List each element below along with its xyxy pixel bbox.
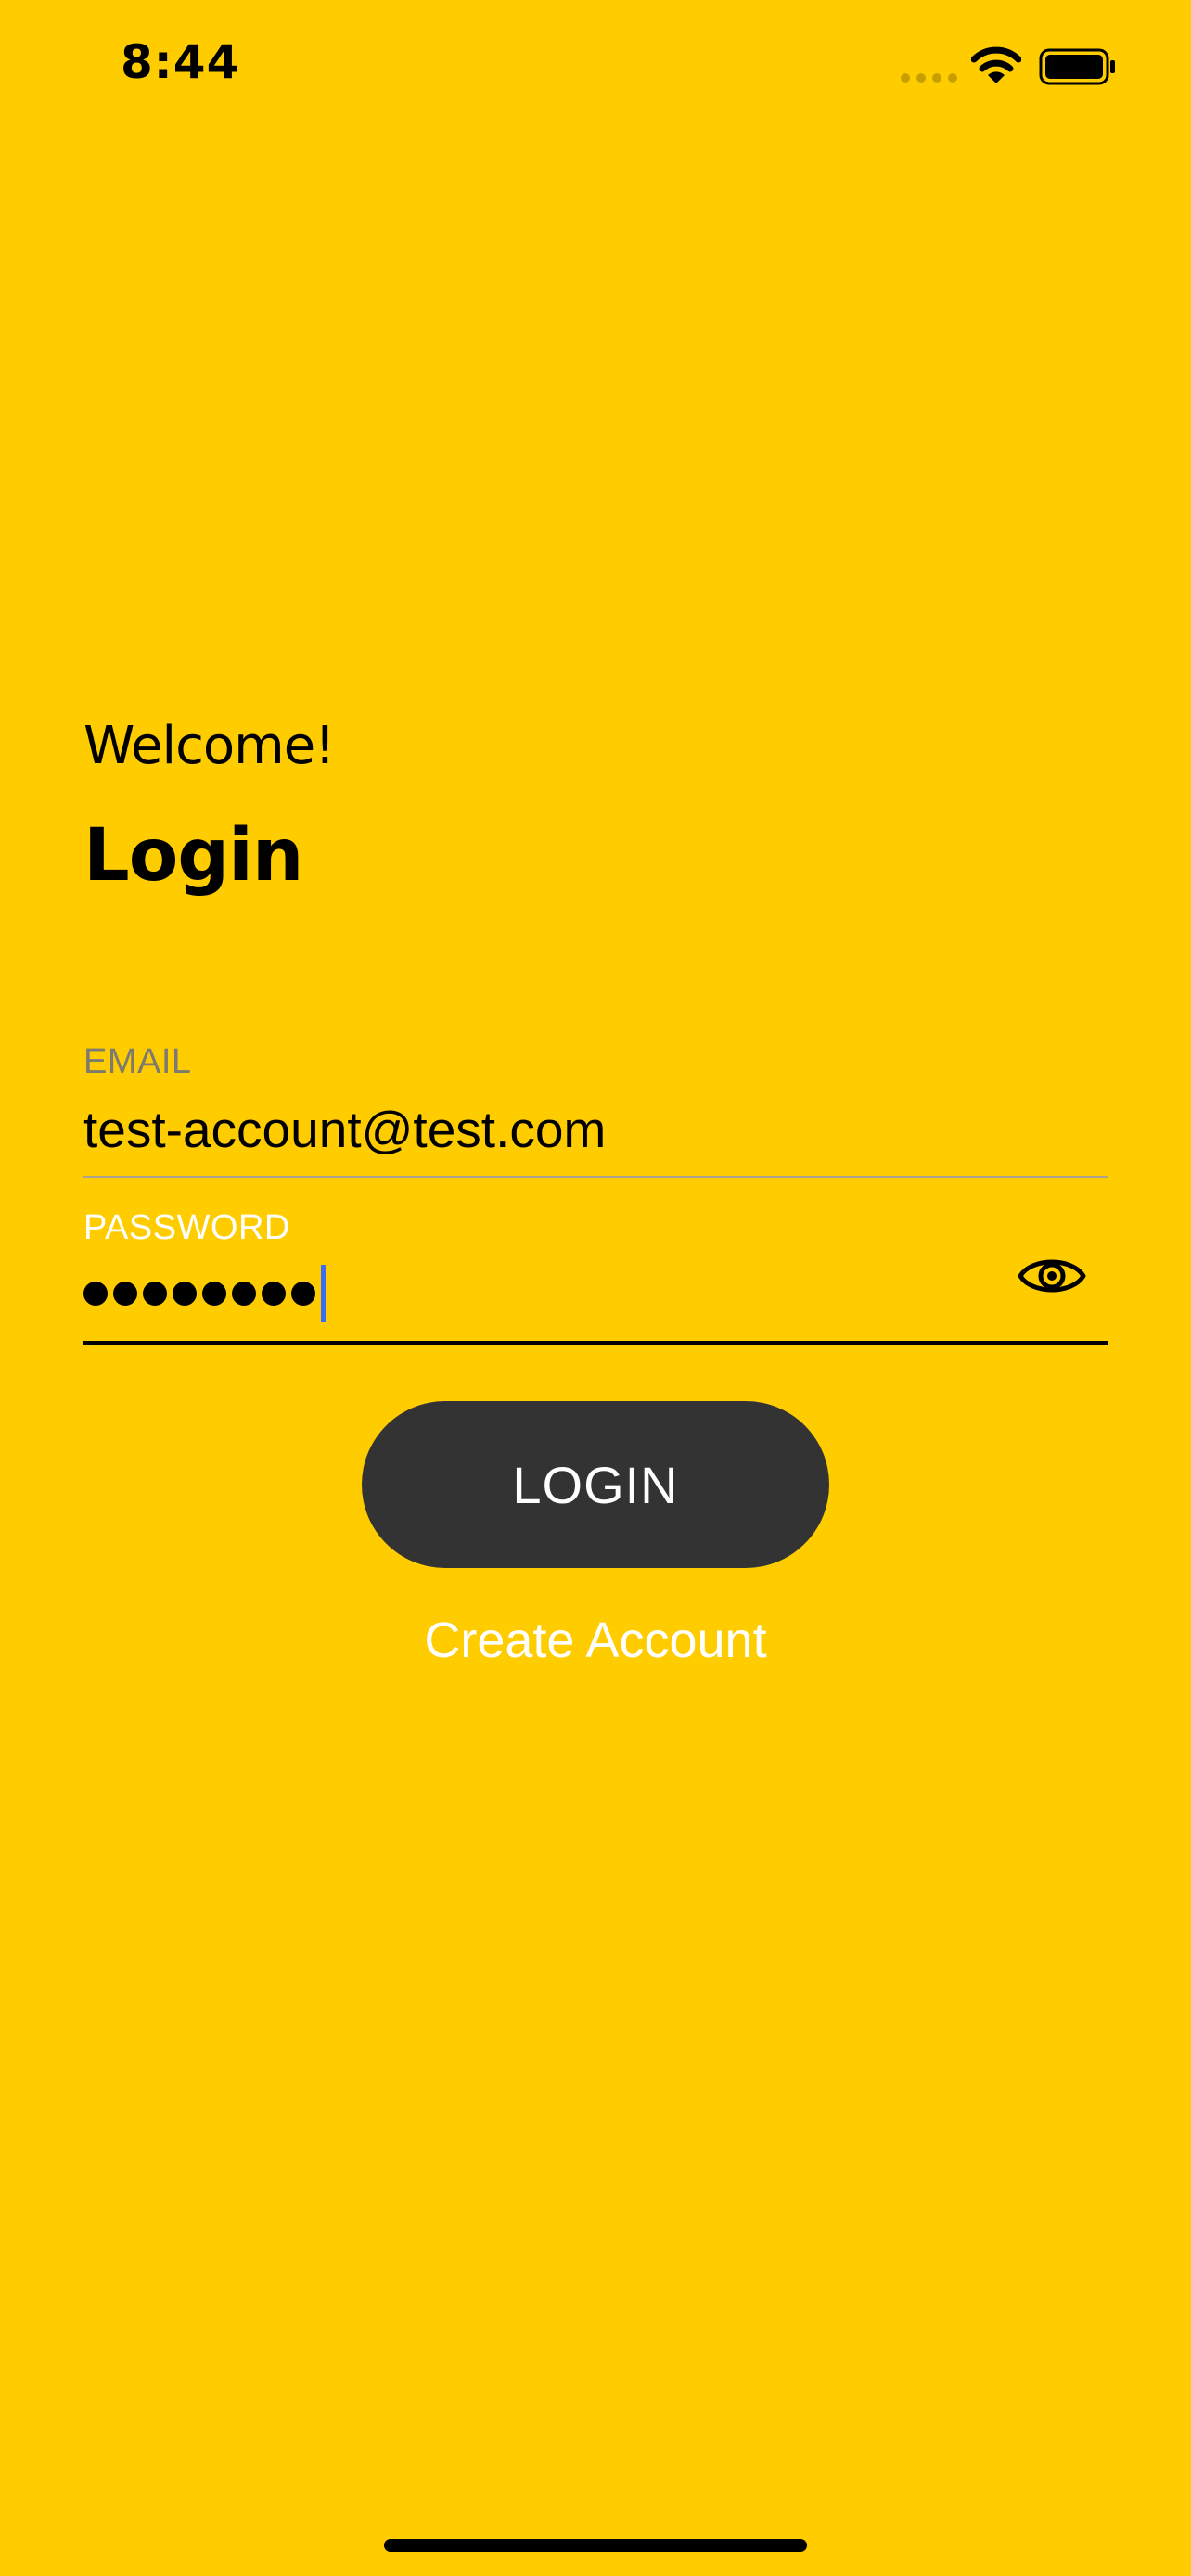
welcome-text: Welcome! [83,716,336,776]
password-masked-value [83,1256,326,1331]
password-underline [83,1341,1108,1345]
email-underline [83,1176,1108,1178]
password-label: PASSWORD [83,1208,290,1247]
status-time: 8:44 [121,35,240,89]
email-field[interactable]: test-account@test.com [83,1100,606,1159]
password-dot [291,1282,315,1306]
password-dot [173,1282,197,1306]
cellular-signal-icon [901,73,957,83]
page-title: Login [83,814,303,898]
password-dot [113,1282,137,1306]
login-button[interactable]: LOGIN [362,1401,829,1568]
password-dot [232,1282,256,1306]
create-account-link[interactable]: Create Account [0,1612,1191,1669]
password-dot [143,1282,167,1306]
password-dot [262,1282,286,1306]
text-cursor [321,1265,326,1322]
password-dot [83,1282,108,1306]
email-label: EMAIL [83,1042,192,1081]
password-field[interactable] [83,1256,1011,1331]
eye-icon[interactable] [1015,1248,1089,1304]
status-bar: 8:44 [0,0,1191,139]
password-dot [202,1282,226,1306]
battery-icon [1039,48,1115,85]
wifi-icon [971,46,1021,83]
home-indicator[interactable] [384,2539,807,2552]
